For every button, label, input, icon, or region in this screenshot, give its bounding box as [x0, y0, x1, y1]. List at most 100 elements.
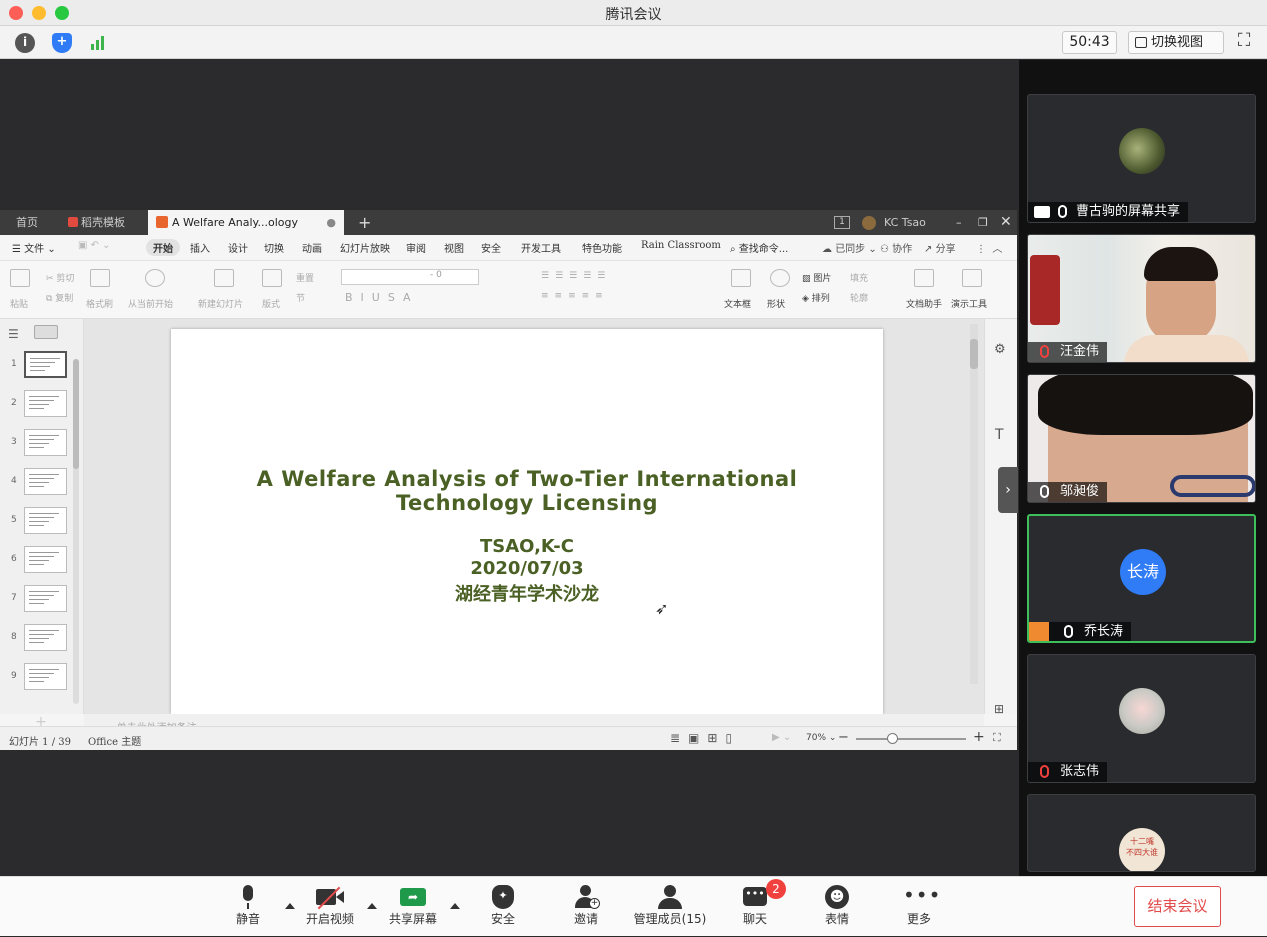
shape-icon[interactable] — [770, 269, 790, 287]
menu-review[interactable]: 审阅 — [406, 240, 426, 255]
slide-thumbnail[interactable] — [24, 507, 67, 534]
paragraph-buttons[interactable]: ☰☰☰☰☰ — [541, 271, 611, 281]
file-menu[interactable]: ☰ 文件 ⌄ — [12, 240, 56, 255]
view-mode-icons[interactable]: ≣▣⊞▯ — [670, 731, 740, 745]
new-slide-button[interactable]: 新建幻灯片 — [198, 297, 243, 310]
outline-view-icon[interactable]: ☰ — [8, 327, 19, 341]
more-button[interactable]: ••• 更多 — [879, 877, 959, 937]
participant-tile-video[interactable]: 邬昶俊 — [1027, 374, 1256, 503]
command-search[interactable]: ⌕ 查找命令... — [730, 240, 788, 255]
canvas-scrollbar[interactable] — [970, 324, 978, 684]
copy-button[interactable]: ⧉ 复制 — [46, 291, 73, 304]
zoom-slider[interactable] — [856, 733, 966, 744]
slide-thumbnail[interactable] — [24, 546, 67, 573]
layout-button[interactable]: 版式 — [262, 297, 280, 310]
restore-icon[interactable]: ❐ — [970, 210, 988, 235]
thumbnail-scrollbar[interactable] — [73, 359, 79, 704]
expand-panel-icon[interactable]: › — [998, 467, 1018, 513]
doc-assistant-button[interactable]: 文档助手 — [906, 297, 942, 310]
play-slideshow-icon[interactable]: ▶ ⌄ — [772, 732, 791, 743]
menu-design[interactable]: 设计 — [228, 240, 248, 255]
align-buttons[interactable]: ≡≡≡≡≡ — [541, 291, 609, 301]
start-video-button[interactable]: 开启视频 — [290, 877, 370, 937]
paste-button[interactable]: 粘贴 — [10, 297, 28, 310]
user-avatar[interactable] — [862, 216, 876, 230]
reset-button[interactable]: 重置 — [296, 271, 314, 284]
grid-icon[interactable]: ⊞ — [994, 702, 1004, 716]
invite-button[interactable]: + 邀请 — [546, 877, 626, 937]
format-painter-button[interactable]: 格式刷 — [86, 297, 113, 310]
shape-button[interactable]: 形状 — [767, 297, 785, 310]
fit-window-icon[interactable]: ⛶ — [993, 731, 1001, 745]
switch-view-button[interactable]: 切换视图 — [1128, 31, 1224, 54]
zoom-in-icon[interactable]: + — [973, 729, 985, 745]
menu-rain-classroom[interactable]: Rain Classroom — [641, 240, 721, 251]
participant-tile[interactable]: 张志伟 — [1027, 654, 1256, 783]
share-button[interactable]: ↗ 分享 — [924, 240, 956, 255]
sync-status[interactable]: ☁ 已同步 ⌄ — [822, 240, 877, 255]
save-icon[interactable]: ▣ ↶ ⌄ — [78, 240, 111, 251]
mute-button[interactable]: 静音 — [208, 877, 288, 937]
outline-button[interactable]: 轮廓 — [850, 291, 868, 304]
slide[interactable]: A Welfare Analysis of Two-Tier Internati… — [171, 329, 883, 714]
new-slide-icon[interactable] — [214, 269, 234, 287]
arrange-button[interactable]: ◈ 排列 — [802, 291, 830, 304]
share-screen-button[interactable]: ➦ 共享屏幕 — [373, 877, 453, 937]
doc-assistant-icon[interactable] — [914, 269, 934, 287]
textbox-icon[interactable] — [731, 269, 751, 287]
slide-thumbnail[interactable] — [24, 429, 67, 456]
slide-thumbnail[interactable] — [24, 585, 67, 612]
font-style-buttons[interactable]: BIUSA — [345, 291, 419, 304]
close-icon[interactable]: ✕ — [992, 210, 1012, 235]
more-options-icon[interactable]: ⋮ ︿ — [976, 240, 1002, 255]
cut-button[interactable]: ✂ 剪切 — [46, 271, 74, 284]
menu-special[interactable]: 特色功能 — [582, 240, 622, 255]
tab-close-icon[interactable]: ● — [326, 210, 336, 235]
menu-transition[interactable]: 切换 — [264, 240, 284, 255]
fullscreen-icon[interactable]: ⛶ — [1234, 32, 1254, 52]
participant-tile-screen-share[interactable]: 曹古驹的屏幕共享 — [1027, 94, 1256, 223]
participant-tile-video[interactable]: 汪金伟 — [1027, 234, 1256, 363]
security-button[interactable]: ✦ 安全 — [463, 877, 543, 937]
present-tools-icon[interactable] — [962, 269, 982, 287]
textbox-button[interactable]: 文本框 — [724, 297, 751, 310]
menu-view[interactable]: 视图 — [444, 240, 464, 255]
fill-button[interactable]: 填充 — [850, 271, 868, 284]
minimize-icon[interactable]: – — [948, 210, 964, 235]
tab-presentation[interactable]: A Welfare Analy...ology Licensing ● — [148, 210, 344, 254]
slide-thumbnail[interactable] — [24, 351, 67, 378]
participant-tile-speaking[interactable]: 长涛 乔长涛 — [1027, 514, 1256, 643]
font-size-field[interactable]: - 0 — [341, 269, 479, 285]
menu-slideshow[interactable]: 幻灯片放映 — [340, 240, 390, 255]
slide-thumbnail[interactable] — [24, 390, 67, 417]
menu-developer[interactable]: 开发工具 — [521, 240, 561, 255]
user-name[interactable]: KC Tsao — [876, 210, 936, 235]
slide-view-icon[interactable] — [34, 325, 58, 339]
slide-thumbnail[interactable] — [24, 624, 67, 651]
slide-thumbnail[interactable] — [24, 468, 67, 495]
collab-button[interactable]: ⚇ 协作 — [880, 240, 912, 255]
info-icon[interactable]: i — [15, 33, 35, 53]
manage-members-button[interactable]: 管理成员(15) — [630, 877, 710, 937]
participant-tile-partial[interactable]: 十二嘴 不四大谁 — [1027, 794, 1256, 872]
tab-home[interactable]: 首页 — [8, 210, 58, 235]
settings-sliders-icon[interactable]: ⚙ — [994, 342, 1006, 357]
format-painter-icon[interactable] — [90, 269, 110, 287]
present-tools-button[interactable]: 演示工具 — [951, 297, 987, 310]
menu-home[interactable]: 开始 — [146, 239, 180, 256]
zoom-out-icon[interactable]: − — [838, 730, 849, 745]
reactions-button[interactable]: ☻ 表情 — [797, 877, 877, 937]
picture-button[interactable]: ▨ 图片 — [802, 271, 831, 284]
tab-template[interactable]: 稻壳模板 — [60, 210, 146, 235]
paste-icon[interactable] — [10, 269, 30, 287]
layout-icon[interactable] — [262, 269, 282, 287]
shield-icon[interactable]: + — [52, 33, 72, 53]
new-tab-button[interactable]: + — [350, 210, 374, 235]
play-icon[interactable] — [145, 269, 165, 287]
share-options-caret[interactable] — [450, 903, 460, 909]
signal-bars-icon[interactable] — [88, 33, 108, 53]
end-meeting-button[interactable]: 结束会议 — [1134, 886, 1221, 927]
section-button[interactable]: 节 — [296, 291, 305, 304]
from-current-button[interactable]: 从当前开始 — [128, 297, 173, 310]
zoom-level[interactable]: 70% ⌄ — [806, 733, 836, 743]
